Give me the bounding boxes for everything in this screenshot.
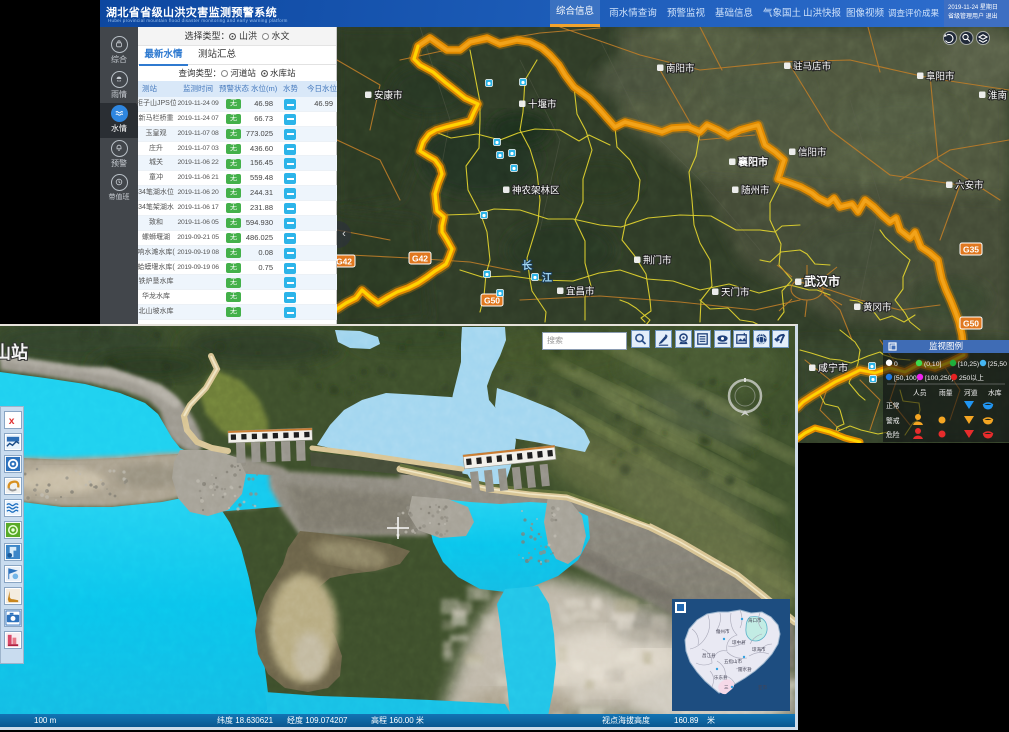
svg-text:长: 长 — [522, 259, 533, 272]
svg-text:襄阳市: 襄阳市 — [737, 156, 768, 169]
svg-text:G50: G50 — [484, 296, 500, 306]
svg-text:儋州市: 儋州市 — [716, 628, 730, 635]
svg-text:危险: 危险 — [886, 430, 900, 439]
svg-text:警戒: 警戒 — [886, 416, 900, 425]
svg-text:十堰市: 十堰市 — [528, 99, 557, 111]
svg-text:昌江县: 昌江县 — [702, 652, 716, 659]
svg-text:[100,250): [100,250) — [925, 375, 954, 382]
svg-text:[50,100): [50,100) — [894, 375, 919, 382]
svg-text:[25,50: [25,50 — [988, 361, 1007, 368]
svg-text:陵水县: 陵水县 — [738, 666, 752, 673]
svg-text:江: 江 — [542, 271, 552, 284]
svg-text:x: x — [8, 416, 14, 427]
svg-text:咸宁市: 咸宁市 — [818, 362, 848, 375]
svg-text:水库: 水库 — [988, 388, 1002, 397]
svg-text:南阳市: 南阳市 — [666, 63, 695, 75]
svg-text:驻马店市: 驻马店市 — [793, 61, 832, 73]
svg-text:琼中县: 琼中县 — [732, 639, 746, 646]
svg-text:阜阳市: 阜阳市 — [926, 71, 955, 83]
svg-text:六安市: 六安市 — [955, 180, 984, 192]
svg-text:雨量: 雨量 — [939, 389, 953, 397]
svg-text:安康市: 安康市 — [374, 90, 403, 102]
svg-text:正常: 正常 — [886, 401, 900, 410]
svg-text:G35: G35 — [963, 245, 979, 255]
svg-text:乐东县: 乐东县 — [714, 674, 728, 681]
svg-text:0: 0 — [894, 361, 898, 368]
svg-text:[10,25): [10,25) — [958, 361, 979, 368]
svg-text:G42: G42 — [412, 254, 428, 264]
svg-text:河道: 河道 — [964, 388, 978, 397]
svg-text:人员: 人员 — [913, 389, 927, 397]
svg-text:海口市: 海口市 — [748, 617, 762, 624]
svg-text:神农架林区: 神农架林区 — [512, 185, 560, 197]
svg-text:G42: G42 — [337, 257, 352, 267]
svg-text:琼海市: 琼海市 — [752, 646, 766, 653]
svg-text:随州市: 随州市 — [741, 185, 770, 197]
svg-text:淮南: 淮南 — [988, 90, 1007, 102]
svg-text:(0,10]: (0,10] — [924, 361, 941, 368]
svg-text:宜昌市: 宜昌市 — [566, 286, 595, 298]
svg-text:黄冈市: 黄冈市 — [863, 302, 892, 314]
svg-text:武汉市: 武汉市 — [804, 274, 840, 289]
svg-text:五指山市: 五指山市 — [724, 658, 742, 665]
svg-text:信阳市: 信阳市 — [798, 147, 827, 159]
svg-text:天门市: 天门市 — [721, 287, 750, 299]
svg-text:山站: 山站 — [0, 342, 28, 362]
svg-text:G50: G50 — [963, 319, 979, 329]
svg-text:250以上: 250以上 — [959, 373, 984, 382]
svg-text:荆门市: 荆门市 — [643, 255, 672, 267]
